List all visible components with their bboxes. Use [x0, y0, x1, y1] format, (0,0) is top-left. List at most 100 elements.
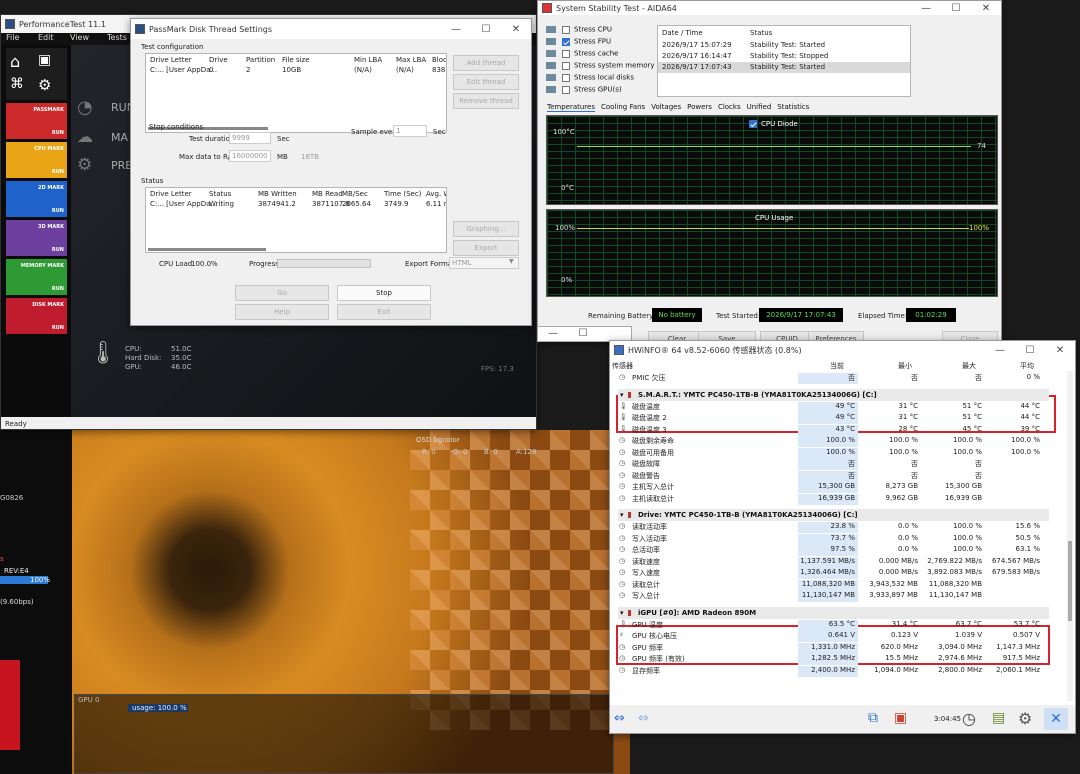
stress-option[interactable]: Stress GPU(s): [546, 85, 622, 96]
event-log[interactable]: Date / Time Status 2026/9/17 15:07:29 St…: [657, 25, 911, 97]
maximize-icon[interactable]: ☐: [568, 328, 598, 339]
stress-option[interactable]: Stress system memory: [546, 61, 655, 72]
minimize-icon[interactable]: —: [911, 3, 941, 14]
sensor-group-header[interactable]: ▾ iGPU [#0]: AMD Radeon 890M: [618, 606, 1049, 619]
stress-option[interactable]: Stress local disks: [546, 73, 634, 84]
chip-icon[interactable]: ▣: [894, 710, 907, 726]
tab-clocks[interactable]: Clocks: [718, 103, 741, 112]
table-row[interactable]: ◷ GPU 频率 (有效) 1,282.5 MHz 15.5 MHz 2,974.6 M…: [618, 654, 1049, 665]
chevron-down-icon[interactable]: ▾: [620, 389, 624, 401]
table-row[interactable]: ◷ 显存频率 2,400.0 MHz 1,094.0 MHz 2,800.0 MHz 2,…: [618, 665, 1049, 677]
stress-checkbox[interactable]: [562, 61, 570, 70]
menu-view[interactable]: View: [65, 33, 102, 45]
clock-icon[interactable]: ◷: [962, 709, 976, 728]
home-icon[interactable]: ⌂: [10, 52, 20, 71]
tab-cooling-fans[interactable]: Cooling Fans: [601, 103, 645, 112]
gear-icon[interactable]: ⚙: [38, 76, 51, 94]
menu-file[interactable]: File: [1, 33, 33, 45]
add-thread-button[interactable]: Add thread: [453, 55, 519, 71]
stress-option[interactable]: Stress CPU: [546, 25, 612, 36]
tile-3d-mark[interactable]: 3D MARK RUN: [6, 220, 67, 256]
close-icon[interactable]: ✕: [1044, 708, 1068, 730]
stop-button[interactable]: Stop: [337, 285, 431, 301]
tab-temperatures[interactable]: Temperatures: [547, 103, 595, 112]
vertical-scrollbar[interactable]: [1067, 371, 1073, 701]
table-row[interactable]: 🌡 磁盘温度 2 49 °C 31 °C 51 °C 44 °C: [618, 413, 1049, 424]
table-row[interactable]: ◷ 总活动率 97.5 % 0.0 % 100.0 % 63.1 %: [618, 545, 1049, 556]
table-row[interactable]: 🌡 磁盘温度 3 43 °C 28 °C 45 °C 39 °C: [618, 424, 1049, 436]
table-row[interactable]: ◷ 写入活动率 73.7 % 0.0 % 100.0 % 50.5 %: [618, 533, 1049, 545]
table-row[interactable]: ◷ 磁盘故障 否 否 否: [618, 459, 1049, 470]
stress-checkbox[interactable]: [562, 49, 570, 58]
maximize-icon[interactable]: ☐: [941, 3, 971, 14]
scroll-thumb[interactable]: [1068, 541, 1072, 621]
cpu-diode-checkbox[interactable]: [749, 120, 757, 128]
chevron-down-icon[interactable]: ▾: [620, 509, 624, 521]
tab-voltages[interactable]: Voltages: [651, 103, 681, 112]
log-row-2[interactable]: 2026/9/17 16:14:47 Stability Test: Stopp…: [658, 51, 910, 62]
sensor-group-header[interactable]: ▾ Drive: YMTC PC450-1TB-B (YMA81T0KA25134…: [618, 509, 1049, 521]
tab-unified[interactable]: Unified: [747, 103, 772, 112]
close-icon[interactable]: ✕: [501, 24, 531, 35]
table-row[interactable]: ◷ 读取总计 11,088,320 MB 3,943,532 MB 11,088,320…: [618, 579, 1049, 591]
log-row-1[interactable]: 2026/9/17 15:07:29 Stability Test: Start…: [658, 40, 910, 51]
help-button[interactable]: Help: [235, 304, 329, 320]
report-icon[interactable]: ▤: [992, 710, 1005, 726]
tile-cpu-mark[interactable]: CPU MARK RUN: [6, 142, 67, 178]
maximize-icon[interactable]: ☐: [1015, 345, 1045, 356]
table-row[interactable]: ◷ 写入速度 1,326.464 MB/s 0.000 MB/s 3,892.083 M…: [618, 568, 1049, 579]
status-scrollbar[interactable]: [148, 248, 266, 251]
status-list[interactable]: Drive Letter Status MB Written MB Read M…: [145, 187, 447, 253]
menu-edit[interactable]: Edit: [33, 33, 65, 45]
stress-checkbox[interactable]: [562, 25, 570, 34]
go-button[interactable]: Go: [235, 285, 329, 301]
stress-checkbox[interactable]: [562, 85, 570, 94]
table-row[interactable]: ◷ 磁盘警告 否 否 否: [618, 470, 1049, 482]
remove-thread-button[interactable]: Remove thread: [453, 93, 519, 109]
tile-2d-mark[interactable]: 2D MARK RUN: [6, 181, 67, 217]
stress-checkbox[interactable]: [562, 73, 570, 82]
chevron-down-icon[interactable]: ▾: [620, 607, 624, 619]
stress-option[interactable]: Stress cache: [546, 49, 618, 60]
arrows-alt-icon[interactable]: ⇔: [638, 711, 649, 726]
table-row[interactable]: 🌡 GPU 温度 63.5 °C 31.4 °C 63.7 °C 53.7 °C: [618, 619, 1049, 631]
table-row[interactable]: ◷ 主机读取总计 16,939 GB 9,962 GB 16,939 GB: [618, 493, 1049, 505]
table-row[interactable]: ◷ 磁盘剩余寿命 100.0 % 100.0 % 100.0 % 100.0 %: [618, 436, 1049, 447]
sample-every-input[interactable]: 1: [393, 125, 427, 137]
stress-option[interactable]: Stress FPU: [546, 37, 611, 48]
monitor-icon[interactable]: ▣: [38, 52, 51, 68]
graphing-button[interactable]: Graphing...: [453, 221, 519, 237]
maximize-icon[interactable]: ☐: [471, 24, 501, 35]
export-button[interactable]: Export: [453, 240, 519, 256]
table-row[interactable]: ◷ 磁盘可用备用 100.0 % 100.0 % 100.0 % 100.0 %: [618, 447, 1049, 459]
tab-statistics[interactable]: Statistics: [777, 103, 809, 112]
table-row[interactable]: ⚡ GPU 核心电压 0.641 V 0.123 V 1.039 V 0.507 V: [618, 631, 1049, 642]
arrows-icon[interactable]: ⇔: [614, 711, 625, 726]
tab-powers[interactable]: Powers: [687, 103, 712, 112]
table-row[interactable]: ◷ GPU 频率 1,331.0 MHz 620.0 MHz 3,094.0 MHz 1,…: [618, 642, 1049, 654]
network-icon[interactable]: ⧉: [868, 710, 878, 726]
log-row-3[interactable]: 2026/9/17 17:07:43 Stability Test: Start…: [658, 62, 910, 73]
tile-passmark[interactable]: PASSMARK RUN: [6, 103, 67, 139]
tile-memory-mark[interactable]: MEMORY MARK RUN: [6, 259, 67, 295]
stress-checkbox[interactable]: [562, 37, 570, 46]
network-icon[interactable]: ⌘: [10, 76, 24, 92]
max-data-input[interactable]: 16000000: [229, 150, 271, 162]
thread-list[interactable]: Drive Letter Drive Partition File size M…: [145, 53, 447, 133]
exit-button[interactable]: Exit: [337, 304, 431, 320]
table-row[interactable]: ◷ 写入总计 11,130,147 MB 3,933,897 MB 11,130,147…: [618, 591, 1049, 602]
minimize-icon[interactable]: —: [441, 24, 471, 35]
test-duration-input[interactable]: 9999: [229, 132, 271, 144]
table-row[interactable]: ◷ 主机写入总计 15,300 GB 8,273 GB 15,300 GB: [618, 482, 1049, 493]
minimize-icon[interactable]: —: [538, 328, 568, 339]
edit-thread-button[interactable]: Edit thread: [453, 74, 519, 90]
table-row[interactable]: ◷ PMIC 欠压 否 否 否 0 %: [618, 373, 1049, 384]
side-label-ma[interactable]: MA: [111, 131, 128, 144]
table-row[interactable]: ◷ 读取活动率 23.8 % 0.0 % 100.0 % 15.6 %: [618, 522, 1049, 533]
minimize-icon[interactable]: —: [985, 345, 1015, 356]
close-icon[interactable]: ✕: [971, 3, 1001, 14]
table-row[interactable]: 🌡 磁盘温度 49 °C 31 °C 51 °C 44 °C: [618, 401, 1049, 413]
tile-disk-mark[interactable]: DISK MARK RUN: [6, 298, 67, 334]
sensor-group-header[interactable]: ▾ S.M.A.R.T.: YMTC PC450-1TB-B (YMA81T0KA…: [618, 388, 1049, 401]
close-icon[interactable]: ✕: [1045, 345, 1075, 356]
